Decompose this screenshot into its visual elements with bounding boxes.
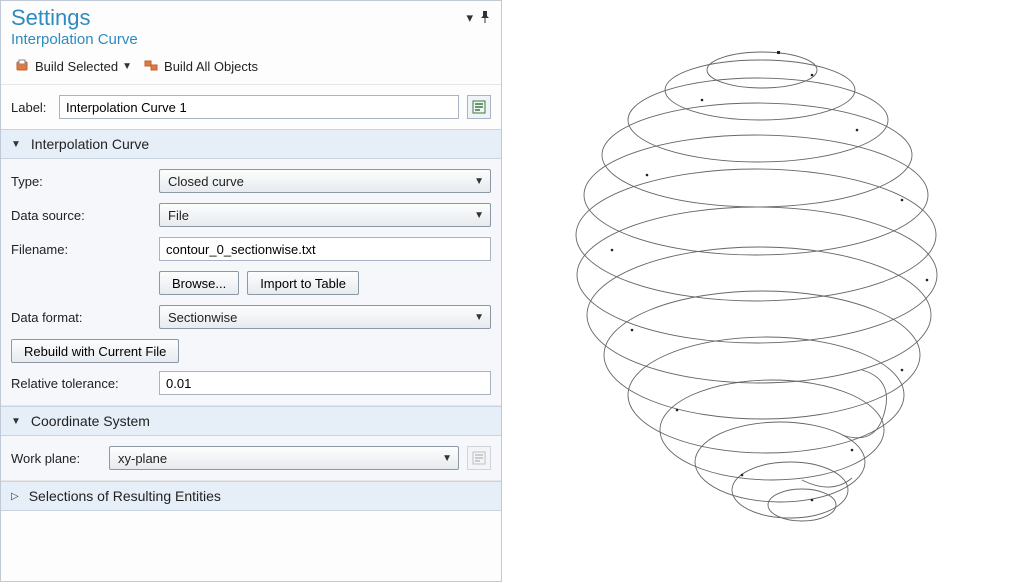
type-dropdown[interactable]: Closed curve ▼ bbox=[159, 169, 491, 193]
import-to-table-button[interactable]: Import to Table bbox=[247, 271, 359, 295]
section-header-selections[interactable]: ▷ Selections of Resulting Entities bbox=[1, 481, 501, 511]
data-format-value: Sectionwise bbox=[168, 310, 237, 325]
filename-label: Filename: bbox=[11, 242, 151, 257]
data-source-label: Data source: bbox=[11, 208, 151, 223]
data-format-dropdown[interactable]: Sectionwise ▼ bbox=[159, 305, 491, 329]
build-all-icon bbox=[144, 58, 160, 74]
work-plane-link-button bbox=[467, 446, 491, 470]
graphics-viewport[interactable] bbox=[502, 0, 1017, 582]
build-selected-label: Build Selected bbox=[35, 59, 118, 74]
label-row: Label: bbox=[1, 85, 501, 129]
data-format-label: Data format: bbox=[11, 310, 151, 325]
build-selected-icon bbox=[15, 58, 31, 74]
chevron-down-icon: ▼ bbox=[474, 176, 484, 187]
panel-subtitle: Interpolation Curve bbox=[1, 31, 501, 52]
chevron-down-icon: ▼ bbox=[442, 453, 452, 464]
label-caption: Label: bbox=[11, 100, 51, 115]
settings-panel: Settings ▾ Interpolation Curve Build Sel… bbox=[0, 0, 502, 582]
pin-icon[interactable] bbox=[479, 11, 491, 26]
chevron-right-icon: ▷ bbox=[11, 491, 19, 502]
rebuild-button[interactable]: Rebuild with Current File bbox=[11, 339, 179, 363]
filename-input[interactable] bbox=[159, 237, 491, 261]
titlebar-controls: ▾ bbox=[466, 10, 491, 26]
work-plane-dropdown[interactable]: xy-plane ▼ bbox=[109, 446, 459, 470]
section-title: Selections of Resulting Entities bbox=[29, 488, 221, 504]
panel-header: Settings ▾ bbox=[1, 1, 501, 31]
label-input[interactable] bbox=[59, 95, 459, 119]
relative-tolerance-label: Relative tolerance: bbox=[11, 376, 151, 391]
data-source-value: File bbox=[168, 208, 189, 223]
label-link-button[interactable] bbox=[467, 95, 491, 119]
chevron-down-icon: ▼ bbox=[11, 139, 21, 150]
work-plane-value: xy-plane bbox=[118, 451, 167, 466]
chevron-down-icon: ▼ bbox=[474, 312, 484, 323]
data-source-dropdown[interactable]: File ▼ bbox=[159, 203, 491, 227]
browse-button[interactable]: Browse... bbox=[159, 271, 239, 295]
section-title: Interpolation Curve bbox=[31, 136, 149, 152]
type-value: Closed curve bbox=[168, 174, 244, 189]
chevron-down-icon: ▼ bbox=[122, 61, 132, 72]
toolbar: Build Selected ▼ Build All Objects bbox=[1, 52, 501, 85]
work-plane-label: Work plane: bbox=[11, 451, 101, 466]
section-header-coordinate-system[interactable]: ▼ Coordinate System bbox=[1, 406, 501, 436]
section-title: Coordinate System bbox=[31, 413, 150, 429]
wireframe-head-preview bbox=[502, 0, 1017, 582]
type-label: Type: bbox=[11, 174, 151, 189]
build-all-button[interactable]: Build All Objects bbox=[140, 56, 262, 76]
section-body-interpolation-curve: Type: Closed curve ▼ Data source: File ▼… bbox=[1, 159, 501, 406]
panel-title: Settings bbox=[11, 5, 91, 31]
section-body-coordinate-system: Work plane: xy-plane ▼ bbox=[1, 436, 501, 481]
section-header-interpolation-curve[interactable]: ▼ Interpolation Curve bbox=[1, 129, 501, 159]
chevron-down-icon: ▼ bbox=[11, 416, 21, 427]
build-selected-button[interactable]: Build Selected ▼ bbox=[11, 56, 136, 76]
dropdown-icon[interactable]: ▾ bbox=[466, 10, 473, 26]
build-all-label: Build All Objects bbox=[164, 59, 258, 74]
relative-tolerance-input[interactable] bbox=[159, 371, 491, 395]
chevron-down-icon: ▼ bbox=[474, 210, 484, 221]
